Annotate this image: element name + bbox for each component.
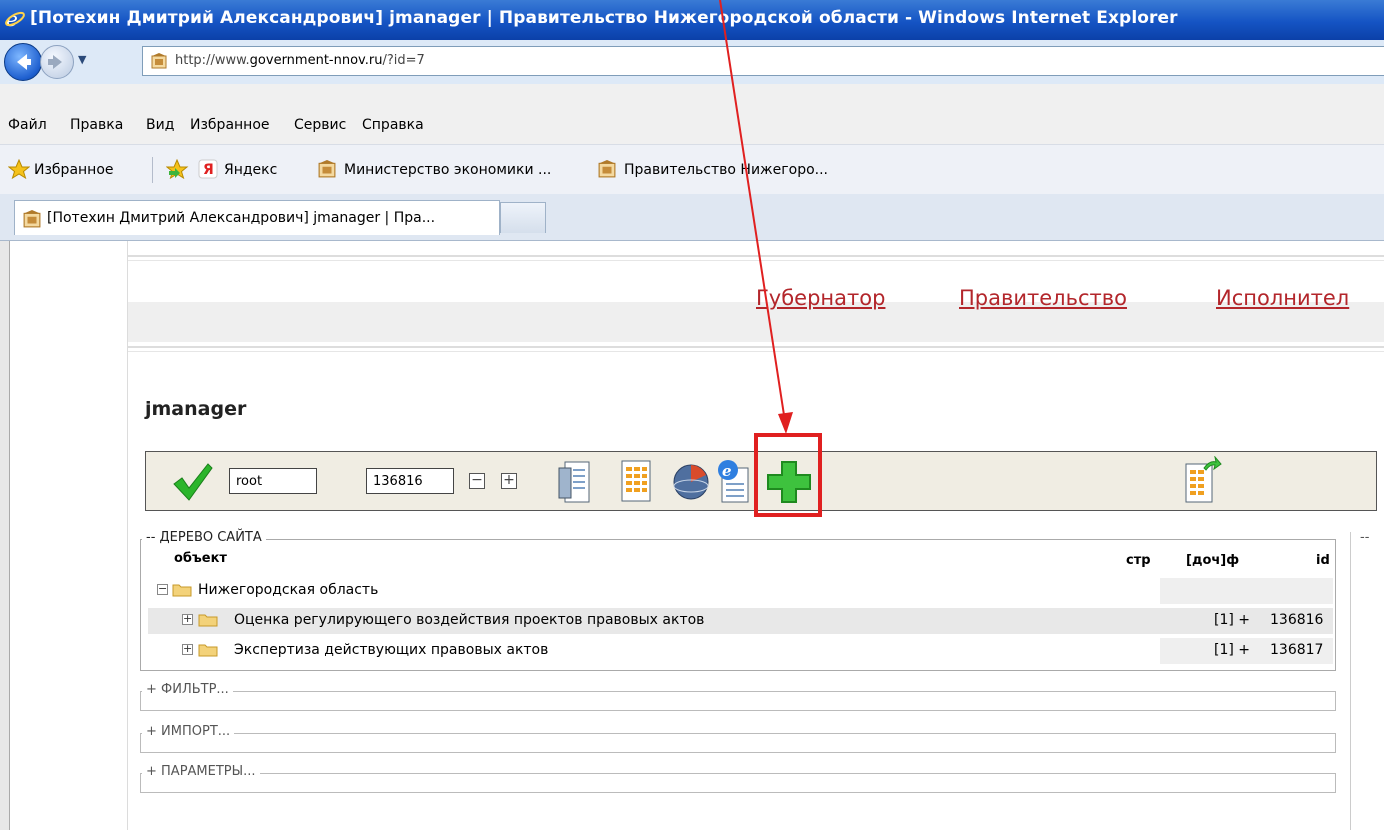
right-panel-legend[interactable]: -- <box>1356 530 1374 545</box>
import-panel <box>140 733 1336 753</box>
tree-row-id: 136816 <box>1270 612 1324 628</box>
tree-row-name: Нижегородская область <box>198 582 379 598</box>
tree-row[interactable]: + Экспертиза действующих правовых актов … <box>148 638 1333 664</box>
column-id: id <box>1316 553 1330 568</box>
expand-toggle-icon[interactable]: + <box>182 643 193 655</box>
right-panel <box>1350 532 1384 830</box>
filter-legend[interactable]: + ФИЛЬТР... <box>142 682 233 697</box>
filter-panel <box>140 691 1336 711</box>
column-str: стр <box>1126 553 1151 568</box>
import-legend[interactable]: + ИМПОРТ... <box>142 724 235 739</box>
collapse-toggle-icon[interactable]: − <box>157 583 168 595</box>
params-panel <box>140 773 1336 793</box>
tree-row-cells-bg <box>1160 578 1333 604</box>
folder-icon <box>198 614 218 627</box>
tree-row[interactable]: + Оценка регулирующего воздействия проек… <box>148 608 1333 634</box>
site-tree-legend[interactable]: -- ДЕРЕВО САЙТА <box>142 530 266 545</box>
tree-row-doc[interactable]: [1] + <box>1214 612 1250 628</box>
folder-icon <box>198 644 218 657</box>
expand-toggle-icon[interactable]: + <box>182 613 193 625</box>
tree-row-name: Экспертиза действующих правовых актов <box>234 642 549 658</box>
folder-icon <box>172 584 192 597</box>
tree-row-doc[interactable]: [1] + <box>1214 642 1250 658</box>
params-legend[interactable]: + ПАРАМЕТРЫ... <box>142 764 260 779</box>
column-object: объект <box>174 551 227 566</box>
tree-row[interactable]: − Нижегородская область <box>148 578 1333 604</box>
column-doc: [доч]ф <box>1186 553 1240 568</box>
tree-row-name: Оценка регулирующего воздействия проекто… <box>234 612 705 628</box>
tree-row-id: 136817 <box>1270 642 1324 658</box>
